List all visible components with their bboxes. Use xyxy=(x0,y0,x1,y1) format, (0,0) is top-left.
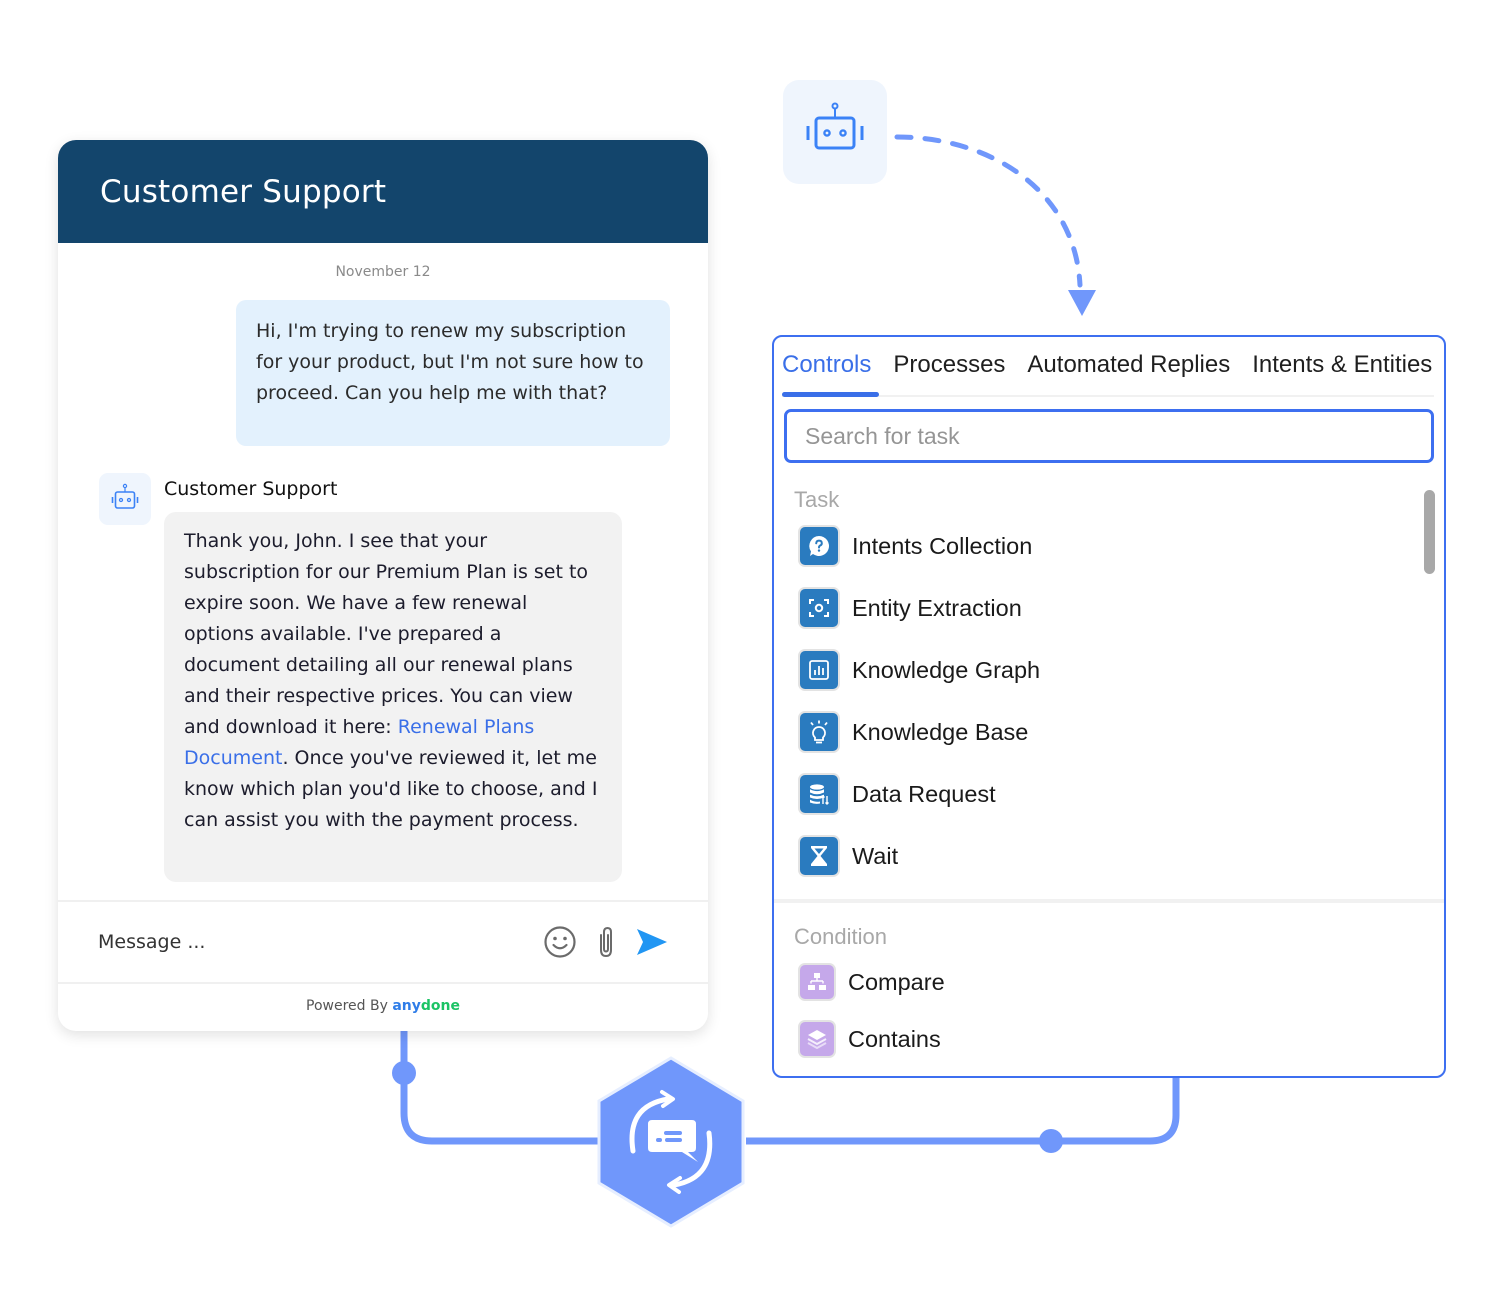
user-message-bubble: Hi, I'm trying to renew my subscription … xyxy=(236,300,670,446)
tab-processes[interactable]: Processes xyxy=(893,337,1005,395)
bot-message-bubble: Thank you, John. I see that your subscri… xyxy=(164,512,622,882)
item-label: Knowledge Graph xyxy=(852,656,1041,683)
controls-panel: Controls Processes Automated Replies Int… xyxy=(772,335,1446,1078)
emoji-button[interactable] xyxy=(542,924,578,960)
item-icon-box xyxy=(800,775,838,813)
dashed-arrow-path xyxy=(894,134,1083,288)
task-item-knowledge-graph[interactable]: Knowledge Graph xyxy=(800,650,1040,690)
powered-by: Powered By anydone xyxy=(58,998,708,1014)
connector-node-left xyxy=(392,1061,416,1085)
task-item-wait[interactable]: Wait xyxy=(800,836,898,876)
message-input[interactable] xyxy=(96,930,542,954)
item-icon-box xyxy=(800,965,834,999)
arrow-head-icon xyxy=(1068,290,1096,316)
message-composer xyxy=(58,900,708,984)
connector-left xyxy=(400,1031,600,1145)
hierarchy-icon xyxy=(808,973,826,990)
item-label: Intents Collection xyxy=(852,532,1033,559)
bar-chart-icon xyxy=(809,660,829,680)
item-icon-box xyxy=(800,713,838,751)
section-divider xyxy=(774,899,1444,903)
bot-message-text: Thank you, John. I see that your subscri… xyxy=(184,530,589,738)
item-label: Compare xyxy=(848,968,945,995)
attach-button[interactable] xyxy=(588,924,624,960)
condition-section-label: Condition xyxy=(794,924,887,949)
item-label: Knowledge Base xyxy=(852,718,1029,745)
task-item-data-request[interactable]: Data Request xyxy=(800,774,996,814)
bot-name: Customer Support xyxy=(164,478,338,500)
chat-header: Customer Support xyxy=(58,140,708,243)
item-label: Contains xyxy=(848,1025,941,1052)
item-label: Data Request xyxy=(852,780,996,807)
item-icon-box xyxy=(800,837,838,875)
database-transfer-icon xyxy=(810,784,829,805)
task-item-intents-collection[interactable]: Intents Collection xyxy=(800,526,1032,566)
lightbulb-icon xyxy=(810,720,828,744)
send-button[interactable] xyxy=(634,924,670,960)
powered-by-label: Powered By xyxy=(306,998,393,1014)
task-section-label: Task xyxy=(794,487,840,512)
connector-node-right xyxy=(1039,1129,1063,1153)
tab-automated-replies[interactable]: Automated Replies xyxy=(1027,337,1230,395)
task-search-input[interactable] xyxy=(784,409,1434,463)
tab-intents-entities[interactable]: Intents & Entities xyxy=(1252,337,1432,395)
tab-controls[interactable]: Controls xyxy=(782,337,880,397)
brand-logo-any: any xyxy=(392,998,421,1014)
item-icon-box xyxy=(800,1022,834,1056)
task-list-scrollbar[interactable] xyxy=(1424,490,1435,574)
paperclip-icon xyxy=(600,926,612,958)
chat-date: November 12 xyxy=(335,264,431,280)
emoji-icon xyxy=(544,926,576,958)
panel-tabs: Controls Processes Automated Replies Int… xyxy=(782,337,1434,397)
bot-tile xyxy=(783,80,887,184)
scan-focus-icon xyxy=(809,599,829,617)
question-bubble-icon xyxy=(809,536,829,556)
item-label: Entity Extraction xyxy=(852,594,1022,621)
chat-title: Customer Support xyxy=(100,173,387,210)
send-icon xyxy=(637,929,667,955)
robot-icon xyxy=(111,483,139,509)
task-item-entity-extraction[interactable]: Entity Extraction xyxy=(800,588,1022,628)
brand-logo-done: done xyxy=(420,998,460,1014)
item-icon-box xyxy=(800,589,838,627)
chat-widget: Customer Support November 12 Hi, I'm try… xyxy=(58,140,708,1031)
hourglass-icon xyxy=(811,846,827,866)
condition-item-contains[interactable]: Contains xyxy=(800,1019,941,1059)
bot-avatar xyxy=(99,473,151,525)
layers-icon xyxy=(807,1030,827,1050)
item-icon-box xyxy=(800,651,838,689)
task-item-knowledge-base[interactable]: Knowledge Base xyxy=(800,712,1028,752)
item-label: Wait xyxy=(852,842,899,869)
item-icon-box xyxy=(800,527,838,565)
connector-right xyxy=(746,1078,1180,1145)
robot-icon xyxy=(806,102,864,150)
automation-hub xyxy=(597,1056,745,1228)
condition-item-compare[interactable]: Compare xyxy=(800,962,945,1002)
